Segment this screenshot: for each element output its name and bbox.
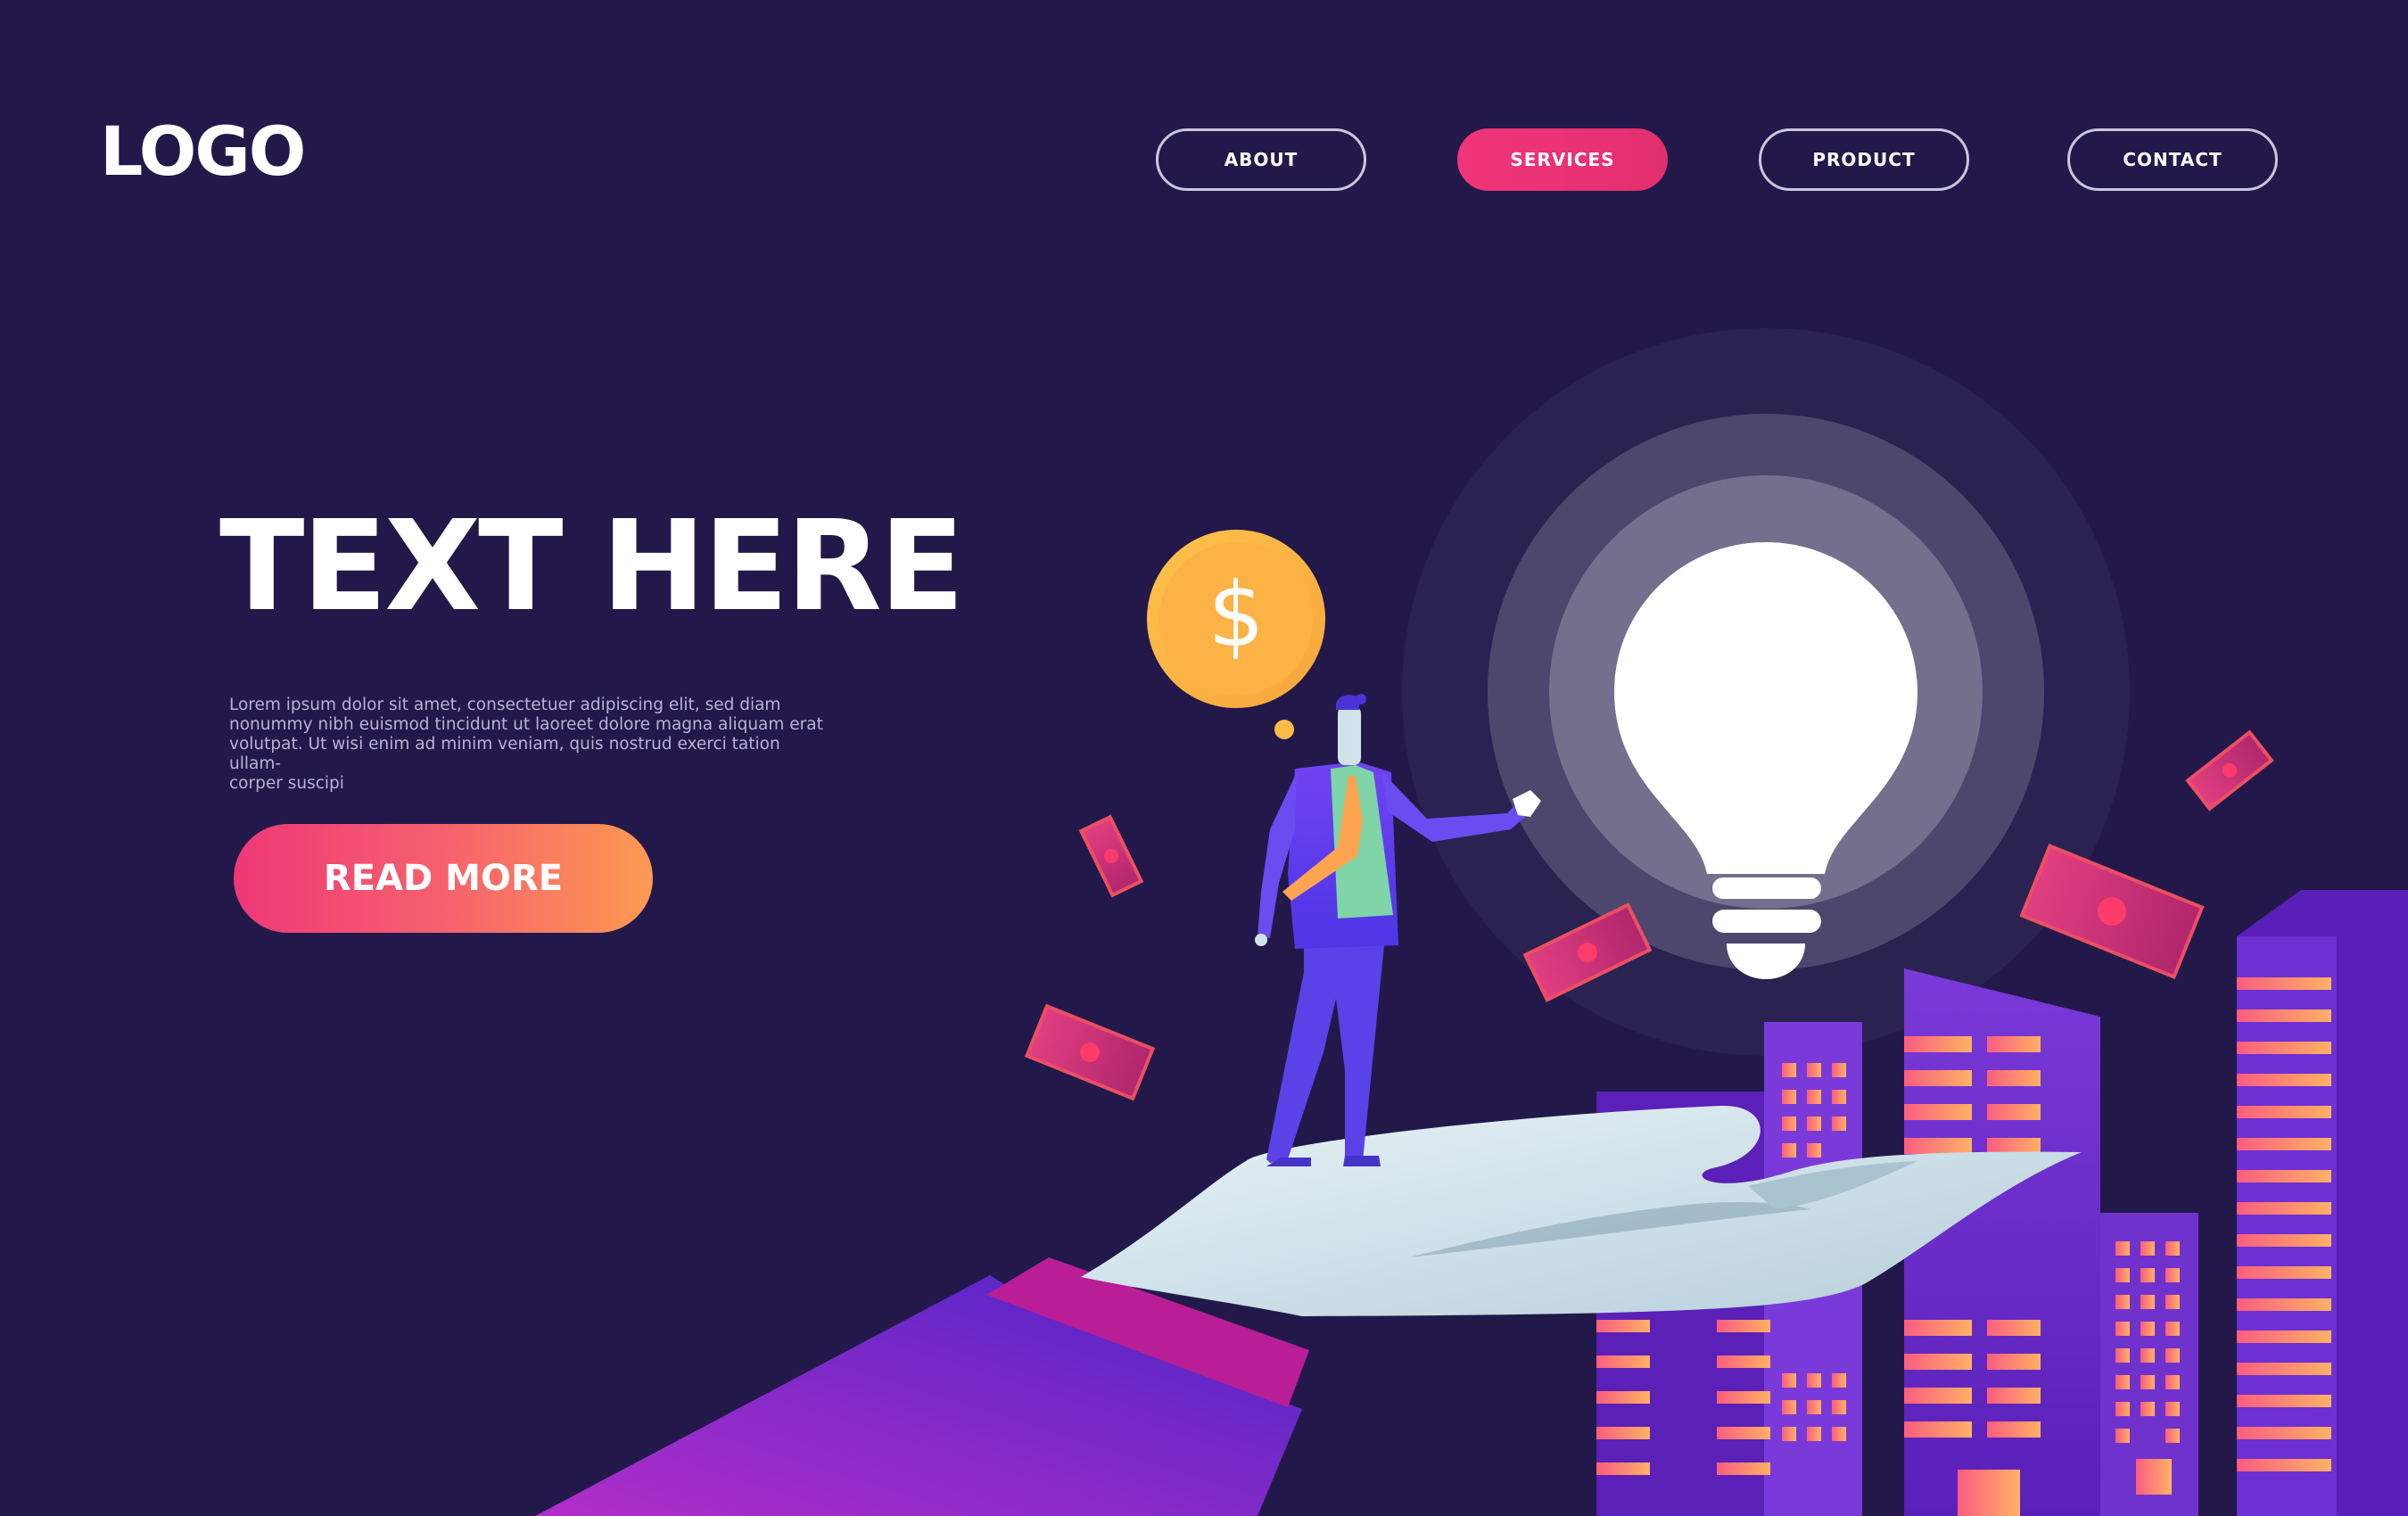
banknote-icon bbox=[2019, 843, 2205, 980]
banknote-icon bbox=[1078, 814, 1144, 898]
hero-illustration: $ bbox=[535, 328, 2408, 1516]
coin-symbol: $ bbox=[1208, 563, 1265, 667]
banknote-icon bbox=[2185, 729, 2274, 812]
banknote-icon bbox=[1024, 1003, 1156, 1101]
dollar-coin-icon: $ bbox=[1147, 530, 1325, 739]
